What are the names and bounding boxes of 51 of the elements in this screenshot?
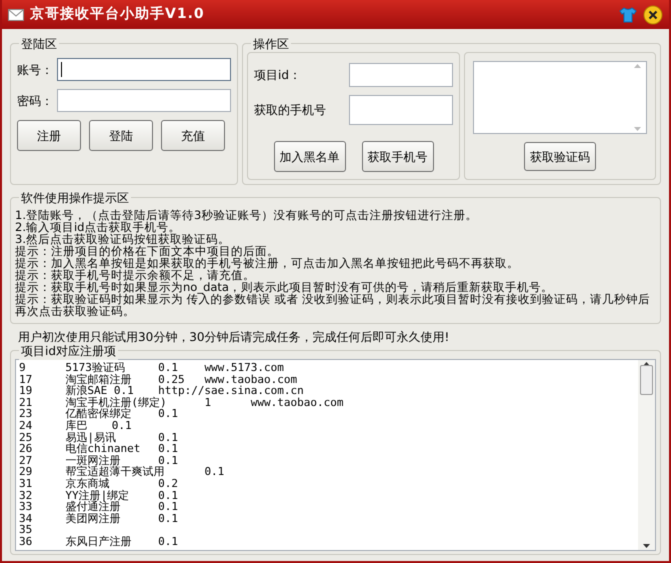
list-row-text: 36 东风日产注册 0.1 <box>19 536 179 548</box>
scroll-thumb[interactable] <box>640 365 653 395</box>
envelope-icon <box>8 8 24 20</box>
group-title: 软件使用操作提示区 <box>19 189 131 207</box>
field-label: 项目id： <box>254 67 301 84</box>
list-row-text: 21 淘宝手机注册(绑定) 1 www.taobao.com <box>19 396 345 408</box>
tip-line: 提示：注册项目的价格在下面文本中项目的后面。 <box>15 245 280 257</box>
tip-line: 提示：加入黑名单按钮是如果获取的手机号被注册，可点击加入黑名单按钮把此号码不再获取。 <box>15 257 520 269</box>
input-field[interactable] <box>349 95 453 125</box>
get-code-button[interactable]: 获取验证码 <box>524 142 596 171</box>
tip-line: 3.然后点击获取验证码按钮获取验证码。 <box>15 233 231 245</box>
group-title: 登陆区 <box>19 35 59 53</box>
list-row-text: 27 一斑网注册 0.1 <box>19 454 179 466</box>
list-row-text: 34 美团网注册 0.1 <box>19 512 179 524</box>
list-row-text: 29 帮宝适超薄干爽试用 0.1 <box>19 466 226 478</box>
code-text-area[interactable] <box>473 61 647 134</box>
tip-line: 提示：获取手机号时提示余额不足，请充值。 <box>15 269 255 281</box>
text-cursor <box>61 62 62 77</box>
tip-line: 提示：获取验证码时如果显示为 传入的参数错误 或者 没收到验证码，则表示此项目暂时没有接收到验证码，请几秒钟后再次点击获取验证码。 <box>15 293 651 317</box>
list-row-text: 33 盛付通注册 0.1 <box>19 501 179 513</box>
input-field[interactable] <box>57 58 231 81</box>
field-label: 密码： <box>17 92 53 110</box>
list-row-text: 24 库巴 0.1 <box>19 420 133 432</box>
list-row-text: 19 新浪SAE 0.1 http://sae.sina.com.cn <box>19 385 305 397</box>
login-button[interactable]: 登陆 <box>89 120 153 151</box>
operation-button[interactable]: 加入黑名单 <box>274 141 346 172</box>
list-row-text: 9 5173验证码 0.1 www.5173.com <box>19 362 285 374</box>
input-field[interactable] <box>349 63 453 87</box>
input-field[interactable] <box>57 89 231 112</box>
field-label: 获取的手机号 <box>254 102 326 119</box>
list-row-text: 32 YY注册|绑定 0.1 <box>19 490 179 502</box>
close-icon[interactable] <box>643 4 663 24</box>
tip-line: 2.输入项目id点击获取手机号。 <box>15 221 180 233</box>
shirt-icon[interactable] <box>619 6 637 22</box>
scroll-down-icon[interactable] <box>643 544 650 548</box>
group-title: 项目id对应注册项 <box>19 342 118 360</box>
window-title: 京哥接收平台小助手V1.0 <box>30 4 205 24</box>
scrollbar[interactable] <box>638 360 655 550</box>
list-row-text: 35 <box>19 524 34 536</box>
list-row-text: 25 易迅|易讯 0.1 <box>19 432 179 444</box>
list-row-text: 31 京东商城 0.2 <box>19 478 179 490</box>
field-label: 账号： <box>17 62 53 78</box>
list-row-text: 17 淘宝邮箱注册 0.25 www.taobao.com <box>19 374 298 386</box>
list-row-text: 26 电信chinanet 0.1 <box>19 443 179 455</box>
login-button[interactable]: 注册 <box>17 120 81 151</box>
group-title: 操作区 <box>251 35 291 53</box>
tip-line: 1.登陆账号，（点击登陆后请等待3秒验证账号）没有账号的可点击注册按钮进行注册。 <box>15 209 478 221</box>
tip-line: 提示：获取手机号时如果显示为no_data，则表示此项目暂时没有可供的号，请稍后重新获取手机号。 <box>15 281 554 293</box>
operation-button[interactable]: 获取手机号 <box>362 141 434 172</box>
list-row-text: 23 亿酷密保绑定 0.1 <box>19 408 179 420</box>
login-button[interactable]: 充值 <box>161 120 225 151</box>
